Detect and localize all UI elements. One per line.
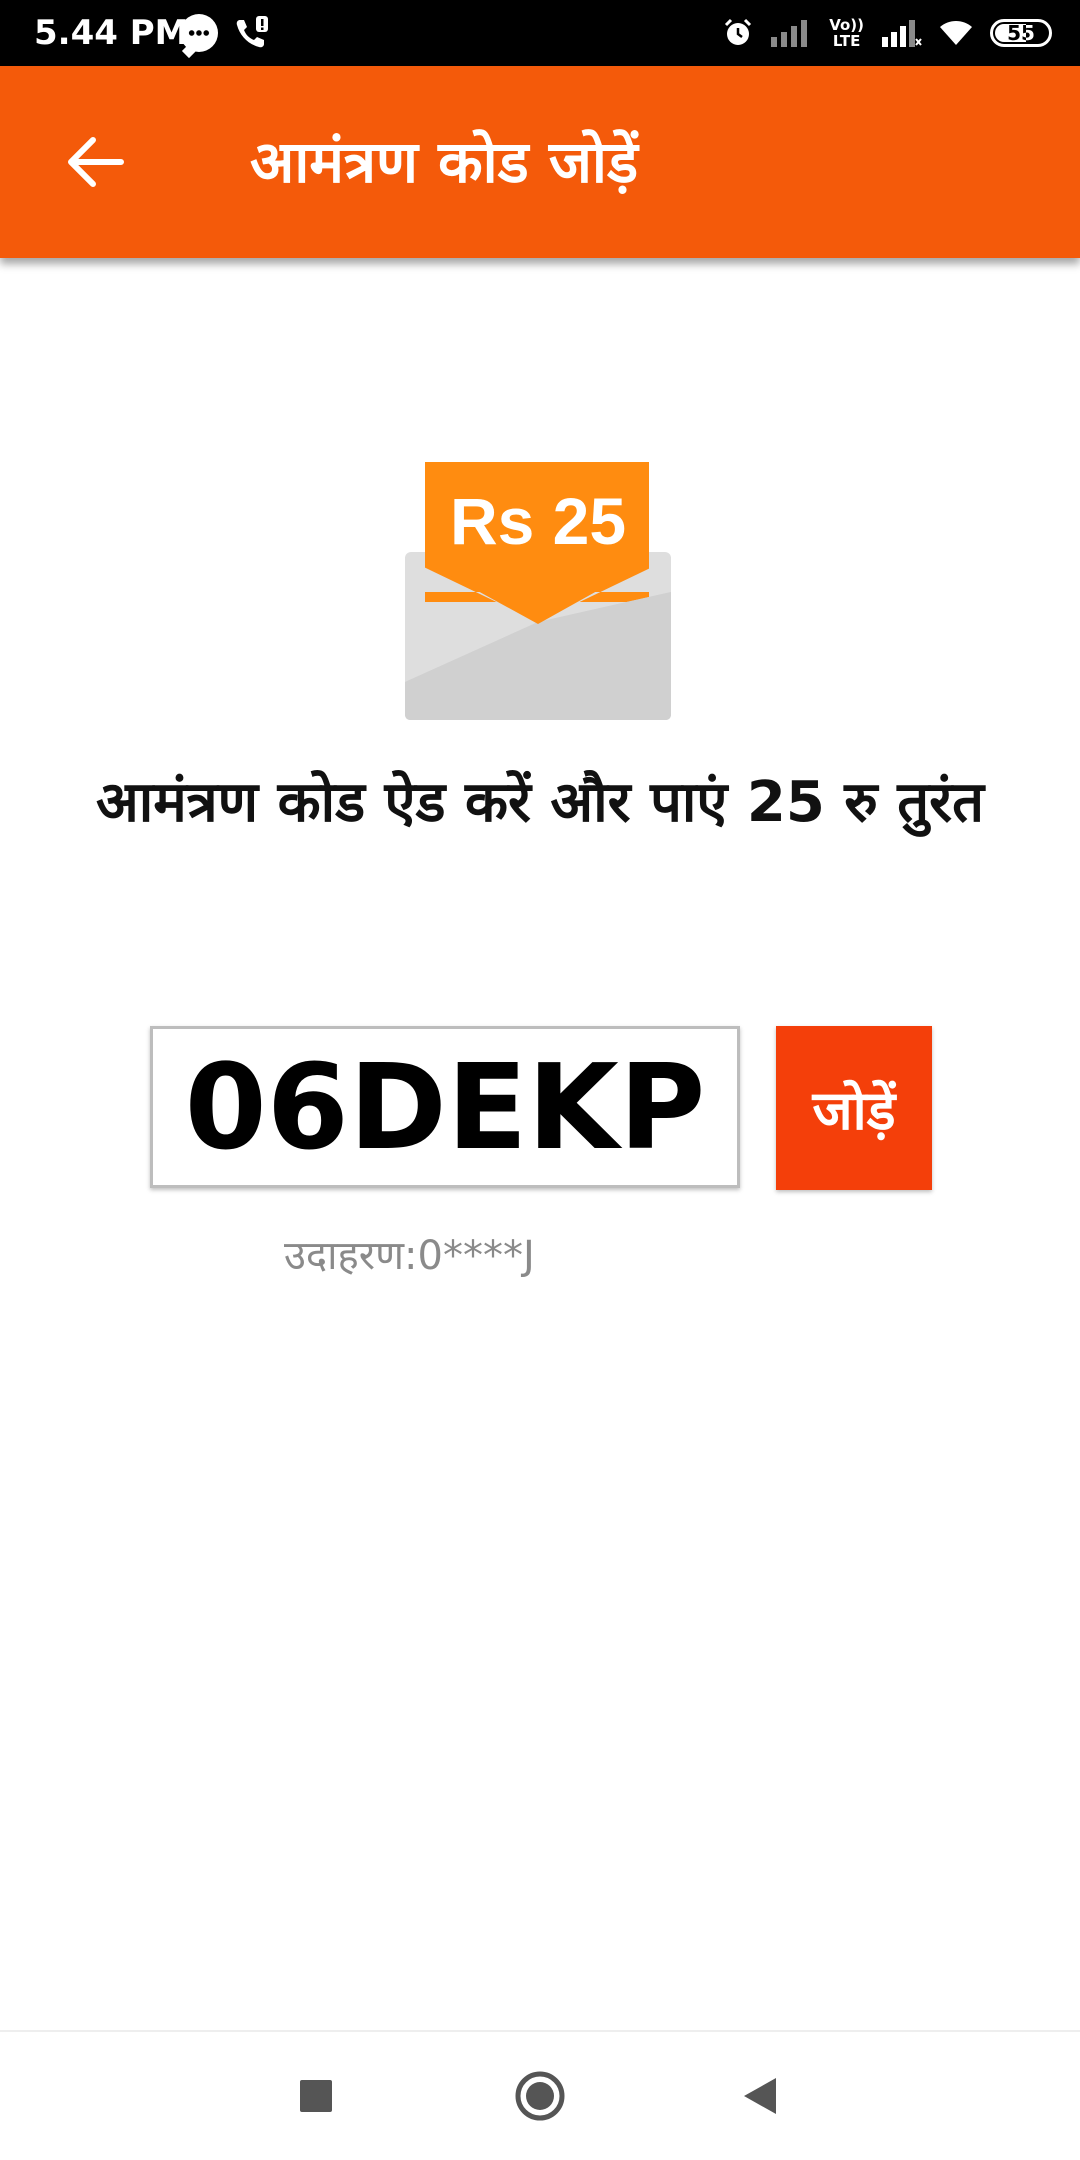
volte-icon: Vo)) LTE	[829, 16, 864, 50]
status-left-icons	[180, 14, 270, 52]
circle-icon	[515, 2071, 565, 2121]
status-time: 5.44 PM	[34, 13, 189, 53]
nav-back-button[interactable]	[700, 2032, 820, 2160]
wifi-icon	[940, 20, 972, 46]
amount-label: Rs 25	[450, 484, 626, 558]
triangle-left-icon	[744, 2078, 776, 2114]
screen: 5.44 PM Vo)) LTE 55 आमंत्रण कोड जोड़ें R…	[0, 0, 1080, 2160]
back-button[interactable]	[60, 130, 130, 194]
navigation-bar	[0, 2032, 1080, 2160]
signal-sim1-icon	[771, 19, 811, 47]
home-button[interactable]	[480, 2032, 600, 2160]
add-code-button[interactable]: जोड़ें	[776, 1026, 932, 1190]
status-right-icons: Vo)) LTE 55	[723, 12, 1052, 54]
page-title: आमंत्रण कोड जोड़ें	[250, 128, 638, 196]
square-icon	[300, 2080, 332, 2112]
recent-apps-button[interactable]	[256, 2032, 376, 2160]
envelope-illustration: Rs 25	[405, 462, 675, 722]
alarm-icon	[723, 18, 753, 48]
headline: आमंत्रण कोड ऐड करें और पाएं 25 रु तुरंत	[95, 770, 985, 835]
battery-icon: 55	[990, 19, 1052, 47]
signal-sim2-icon	[882, 19, 922, 47]
status-bar: 5.44 PM Vo)) LTE 55	[0, 0, 1080, 66]
arrow-left-icon	[68, 137, 124, 187]
message-notification-icon	[180, 14, 218, 52]
invite-code-input[interactable]	[150, 1026, 740, 1188]
app-bar: आमंत्रण कोड जोड़ें	[0, 66, 1080, 258]
missed-call-icon	[232, 14, 270, 52]
example-hint: उदाहरण:0****J	[284, 1233, 535, 1279]
